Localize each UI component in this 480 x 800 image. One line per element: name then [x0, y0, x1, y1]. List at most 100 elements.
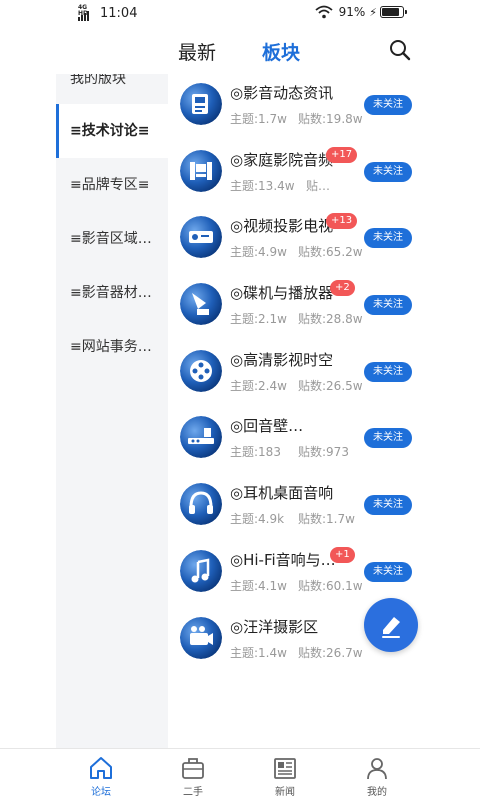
topic-count: 主题:4.1w — [230, 578, 287, 593]
category-sidebar: 我的版块 ≡技术讨论≡ ≡品牌专区≡ ≡影音区域… ≡影音器材… ≡网站事务… — [56, 74, 168, 748]
sidebar-item-av-equipment[interactable]: ≡影音器材… — [56, 266, 168, 320]
top-header: 最新 板块 — [0, 30, 480, 74]
board-stats: 主题:4.9w 贴数:65.2w — [230, 243, 363, 260]
gramophone-icon — [180, 283, 222, 326]
board-stats: 主题:183 贴数:973 — [230, 443, 349, 460]
nav-news[interactable]: 新闻 — [260, 755, 310, 798]
battery-icon — [380, 6, 407, 18]
home-icon — [90, 757, 112, 779]
nav-forum[interactable]: 论坛 — [76, 755, 126, 798]
news-icon — [180, 83, 222, 125]
follow-button[interactable]: 未关注 — [364, 161, 412, 182]
list-item[interactable]: ◎影音动态资讯 主题:1.7w 贴数:19.8w 未关注 — [168, 74, 424, 141]
sidebar-item-site-affairs[interactable]: ≡网站事务… — [56, 320, 168, 374]
post-count: 贴数:28.8w — [298, 312, 363, 327]
nav-label: 二手 — [183, 787, 203, 798]
nav-label: 我的 — [367, 787, 387, 798]
board-stats: 主题:4.1w 贴数:60.1w — [230, 577, 363, 594]
sidebar-item-label: ≡品牌专区≡ — [70, 177, 150, 193]
follow-button[interactable]: 未关注 — [364, 428, 412, 449]
home-theater-icon — [180, 149, 222, 192]
topic-count: 主题:1.4w — [230, 645, 287, 660]
list-item[interactable]: ◎家庭影院音频 +17 主题:13.4w 贴… 未关注 — [168, 141, 424, 208]
board-stats: 主题:13.4w 贴… — [230, 177, 330, 194]
topic-count: 主题:1.7w — [230, 112, 287, 126]
board-stats: 主题:1.4w 贴数:26.7w — [230, 644, 363, 661]
topic-count: 主题:4.9k — [230, 512, 285, 527]
sidebar-item-av-region[interactable]: ≡影音区域… — [56, 212, 168, 266]
sidebar-item-tech-discussion[interactable]: ≡技术讨论≡ — [56, 104, 168, 158]
nav-label: 论坛 — [91, 787, 111, 798]
status-right: 91% ⚡ — [315, 5, 407, 19]
list-item[interactable]: ◎高清影视时空 主题:2.4w 贴数:26.5w 未关注 — [168, 341, 424, 408]
battery-percent: 91% — [338, 5, 366, 19]
board-title: ◎碟机与播放器 — [230, 284, 334, 303]
signal-icon: 4G HD — [78, 4, 96, 21]
post-count: 贴数:26.7w — [298, 645, 363, 660]
projector-icon — [180, 216, 222, 259]
follow-button[interactable]: 未关注 — [364, 228, 412, 249]
topic-count: 主题:4.9w — [230, 245, 287, 260]
status-left: 4G HD 11:04 — [78, 4, 138, 21]
sidebar-item-label: ≡网站事务… — [70, 339, 152, 355]
board-title: ◎家庭影院音频 — [230, 150, 334, 169]
board-stats: 主题:4.9k 贴数:1.7w — [230, 510, 355, 527]
follow-button[interactable]: 未关注 — [364, 495, 412, 516]
film-reel-icon — [180, 349, 222, 392]
sidebar-item-label: ≡技术讨论≡ — [70, 123, 150, 139]
follow-button[interactable]: 未关注 — [364, 295, 412, 316]
new-post-badge: +1 — [330, 546, 355, 563]
camera-icon — [180, 616, 222, 659]
tab-latest[interactable]: 最新 — [178, 38, 216, 65]
post-count: 贴… — [306, 178, 331, 193]
board-title: ◎视频投影电视 — [230, 217, 334, 236]
soundbar-icon — [180, 416, 222, 459]
post-count: 贴数:26.5w — [298, 378, 363, 393]
list-item[interactable]: ◎回音壁… 主题:183 贴数:973 未关注 — [168, 407, 424, 474]
edit-icon — [382, 617, 400, 638]
list-item[interactable]: ◎碟机与播放器 +2 主题:2.1w 贴数:28.8w 未关注 — [168, 274, 424, 341]
bottom-nav: 论坛 二手 新闻 我的 — [0, 748, 480, 800]
sidebar-item-label: 我的版块 — [70, 74, 126, 87]
user-icon — [367, 758, 387, 780]
post-count: 贴数:973 — [298, 445, 349, 460]
board-title: ◎回音壁… — [230, 417, 304, 436]
sidebar-item-my-boards[interactable]: 我的版块 — [56, 74, 168, 104]
topic-count: 主题:2.4w — [230, 378, 287, 393]
post-count: 贴数:1.7w — [298, 512, 355, 527]
follow-button[interactable]: 未关注 — [364, 361, 412, 382]
board-title: ◎高清影视时空 — [230, 350, 334, 369]
post-count: 贴数:65.2w — [298, 245, 363, 260]
charging-icon: ⚡ — [369, 5, 377, 19]
board-stats: 主题:2.1w 贴数:28.8w — [230, 310, 363, 327]
nav-me[interactable]: 我的 — [352, 755, 402, 798]
new-post-badge: +17 — [326, 146, 358, 163]
sidebar-item-label: ≡影音器材… — [70, 285, 152, 301]
board-title: ◎影音动态资讯 — [230, 84, 334, 102]
nav-label: 新闻 — [275, 787, 295, 798]
board-title: ◎汪洋摄影区 — [230, 617, 319, 636]
status-bar: 4G HD 11:04 91% ⚡ — [0, 0, 480, 30]
list-item[interactable]: ◎耳机桌面音响 主题:4.9k 贴数:1.7w 未关注 — [168, 474, 424, 541]
wifi-icon — [315, 5, 333, 19]
headphones-icon — [180, 483, 222, 526]
board-title: ◎耳机桌面音响 — [230, 484, 334, 503]
tab-boards[interactable]: 板块 — [262, 38, 300, 65]
compose-button[interactable] — [364, 598, 418, 652]
music-note-icon — [180, 549, 222, 592]
follow-button[interactable]: 未关注 — [364, 95, 412, 115]
new-post-badge: +13 — [326, 213, 358, 230]
sidebar-item-brand-zone[interactable]: ≡品牌专区≡ — [56, 158, 168, 212]
search-icon[interactable] — [388, 38, 412, 62]
nav-secondhand[interactable]: 二手 — [168, 755, 218, 798]
topic-count: 主题:2.1w — [230, 312, 287, 327]
follow-button[interactable]: 未关注 — [364, 561, 412, 582]
post-count: 贴数:19.8w — [298, 112, 363, 126]
topic-count: 主题:13.4w — [230, 178, 295, 193]
board-title: ◎Hi-Fi音响与… — [230, 550, 336, 569]
post-count: 贴数:60.1w — [298, 578, 363, 593]
sidebar-item-label: ≡影音区域… — [70, 231, 152, 247]
clock: 11:04 — [100, 6, 138, 21]
newspaper-icon — [274, 758, 296, 779]
list-item[interactable]: ◎视频投影电视 +13 主题:4.9w 贴数:65.2w 未关注 — [168, 207, 424, 274]
